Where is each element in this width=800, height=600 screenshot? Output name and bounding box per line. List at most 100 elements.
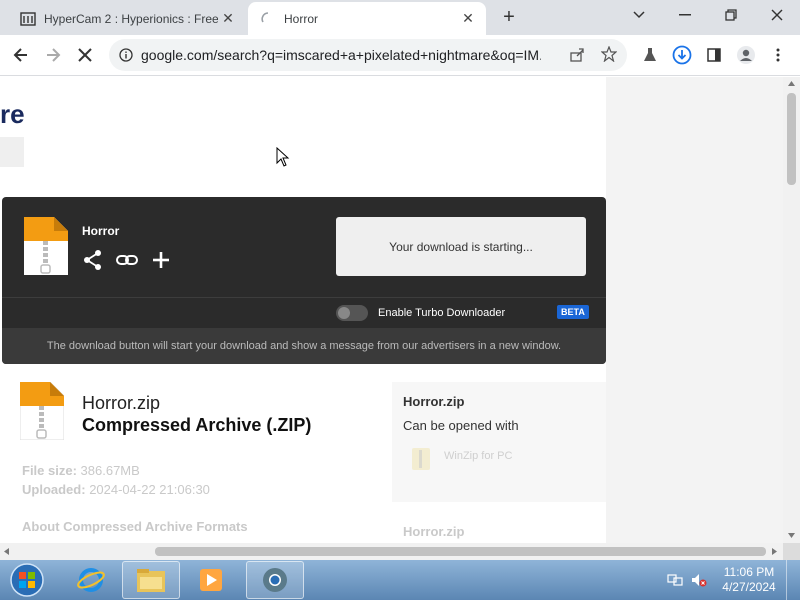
toggle-knob bbox=[338, 307, 350, 319]
back-button[interactable] bbox=[6, 40, 36, 70]
minimize-icon bbox=[679, 14, 691, 16]
scroll-left-icon[interactable] bbox=[4, 548, 9, 555]
taskbar-chrome[interactable] bbox=[246, 561, 304, 599]
chevron-down-icon bbox=[633, 11, 645, 19]
close-window-button[interactable] bbox=[754, 0, 800, 30]
download-status: Your download is starting... bbox=[336, 217, 586, 276]
restore-icon bbox=[725, 9, 737, 21]
star-icon[interactable] bbox=[600, 45, 618, 67]
address-bar[interactable]: google.com/search?q=imscared+a+pixelated… bbox=[109, 39, 627, 71]
volume-muted-icon[interactable] bbox=[690, 571, 708, 589]
tab-title: HyperCam 2 : Hyperionics : Free bbox=[44, 11, 218, 26]
zip-file-icon bbox=[24, 217, 68, 280]
chrome-icon bbox=[263, 568, 287, 592]
scroll-right-icon[interactable] bbox=[772, 548, 777, 555]
download-actions bbox=[82, 249, 172, 276]
downloads-button[interactable] bbox=[667, 40, 697, 70]
flask-icon bbox=[644, 48, 656, 61]
turbo-label: Enable Turbo Downloader bbox=[378, 307, 506, 319]
side-panel-button[interactable] bbox=[699, 40, 729, 70]
scroll-up-icon[interactable] bbox=[788, 81, 795, 86]
taskbar-media[interactable] bbox=[182, 561, 240, 599]
close-icon[interactable]: ✕ bbox=[218, 9, 238, 29]
turbo-toggle[interactable] bbox=[336, 305, 368, 321]
download-footer-note: The download button will start your down… bbox=[2, 328, 606, 364]
link-icon[interactable] bbox=[116, 249, 138, 276]
share-icon[interactable] bbox=[569, 47, 585, 68]
uploaded-label: Uploaded: bbox=[22, 482, 86, 497]
info-icon bbox=[119, 48, 133, 62]
clock-time: 11:06 PM bbox=[723, 565, 775, 579]
forward-button[interactable] bbox=[38, 40, 68, 70]
minimize-button[interactable] bbox=[662, 0, 708, 30]
file-size-label: File size: bbox=[22, 463, 77, 478]
file-name: Horror.zip bbox=[82, 393, 161, 413]
file-type: Compressed Archive (.ZIP) bbox=[82, 415, 312, 435]
menu-button[interactable] bbox=[763, 40, 793, 70]
start-button[interactable] bbox=[2, 561, 52, 599]
tab-strip: HyperCam 2 : Hyperionics : Free ✕ Horror… bbox=[0, 0, 800, 35]
uploaded-row: Uploaded: 2024-04-22 21:06:30 bbox=[22, 482, 210, 497]
arrow-right-icon bbox=[47, 48, 61, 62]
taskbar-ie[interactable] bbox=[62, 561, 120, 599]
avatar-icon bbox=[737, 46, 755, 64]
tab-title: Horror bbox=[284, 11, 319, 26]
close-icon bbox=[771, 9, 783, 21]
more-vertical-icon bbox=[776, 48, 780, 62]
system-clock[interactable]: 11:06 PM 4/27/2024 bbox=[718, 565, 780, 595]
share-icon[interactable] bbox=[82, 249, 104, 276]
close-icon bbox=[78, 48, 92, 62]
beta-badge: BETA bbox=[557, 305, 589, 319]
close-icon[interactable]: ✕ bbox=[458, 9, 478, 29]
mouse-cursor-icon bbox=[276, 146, 290, 172]
panel-file-name-2: Horror.zip bbox=[403, 524, 465, 539]
file-size-value: 386.67MB bbox=[80, 463, 140, 478]
side-panel-icon bbox=[707, 48, 721, 62]
media-player-icon bbox=[200, 569, 222, 591]
right-margin bbox=[606, 77, 783, 543]
web-page: re Horror Your download is starting... E… bbox=[0, 77, 783, 543]
tab-horror[interactable]: Horror ✕ bbox=[248, 2, 486, 35]
open-with-panel: Horror.zip Can be opened with WinZip for… bbox=[392, 382, 606, 502]
new-tab-button[interactable]: + bbox=[498, 6, 520, 28]
museum-icon bbox=[20, 11, 36, 27]
windows-orb-icon bbox=[10, 563, 44, 597]
panel-file-name: Horror.zip bbox=[403, 394, 465, 409]
winzip-app-link[interactable]: WinZip for PC bbox=[444, 450, 512, 462]
download-file-name: Horror bbox=[82, 224, 120, 238]
clock-date: 4/27/2024 bbox=[722, 580, 776, 594]
scroll-thumb[interactable] bbox=[155, 547, 766, 556]
browser-toolbar: google.com/search?q=imscared+a+pixelated… bbox=[0, 35, 800, 76]
taskbar-explorer[interactable] bbox=[122, 561, 180, 599]
uploaded-value: 2024-04-22 21:06:30 bbox=[89, 482, 210, 497]
arrow-left-icon bbox=[13, 48, 27, 62]
download-icon bbox=[672, 45, 692, 65]
winzip-icon bbox=[410, 446, 434, 477]
labs-button[interactable] bbox=[635, 40, 665, 70]
stop-button[interactable] bbox=[70, 40, 100, 70]
restore-button[interactable] bbox=[708, 0, 754, 30]
turbo-downloader-row: Enable Turbo Downloader bbox=[336, 305, 505, 321]
scroll-thumb[interactable] bbox=[787, 93, 796, 185]
search-field-fragment[interactable] bbox=[0, 137, 24, 167]
horizontal-scrollbar[interactable] bbox=[0, 543, 783, 560]
tab-hypercam[interactable]: HyperCam 2 : Hyperionics : Free ✕ bbox=[8, 2, 246, 35]
loading-spinner-icon bbox=[260, 11, 276, 27]
show-desktop-button[interactable] bbox=[786, 560, 800, 600]
tab-search-button[interactable] bbox=[616, 0, 662, 30]
folder-icon bbox=[137, 569, 165, 592]
download-card: Horror Your download is starting... Enab… bbox=[2, 197, 606, 364]
profile-button[interactable] bbox=[731, 40, 761, 70]
about-heading: About Compressed Archive Formats bbox=[22, 519, 248, 534]
scroll-corner bbox=[783, 543, 800, 560]
file-size-row: File size: 386.67MB bbox=[22, 463, 140, 478]
divider bbox=[2, 297, 606, 298]
taskbar: 11:06 PM 4/27/2024 bbox=[0, 560, 800, 600]
open-with-label: Can be opened with bbox=[403, 418, 519, 433]
site-logo[interactable]: re bbox=[0, 99, 25, 130]
network-icon[interactable] bbox=[666, 571, 684, 589]
vertical-scrollbar[interactable] bbox=[783, 77, 800, 543]
scroll-down-icon[interactable] bbox=[788, 533, 795, 538]
plus-icon[interactable] bbox=[150, 249, 172, 276]
internet-explorer-icon bbox=[77, 568, 105, 592]
